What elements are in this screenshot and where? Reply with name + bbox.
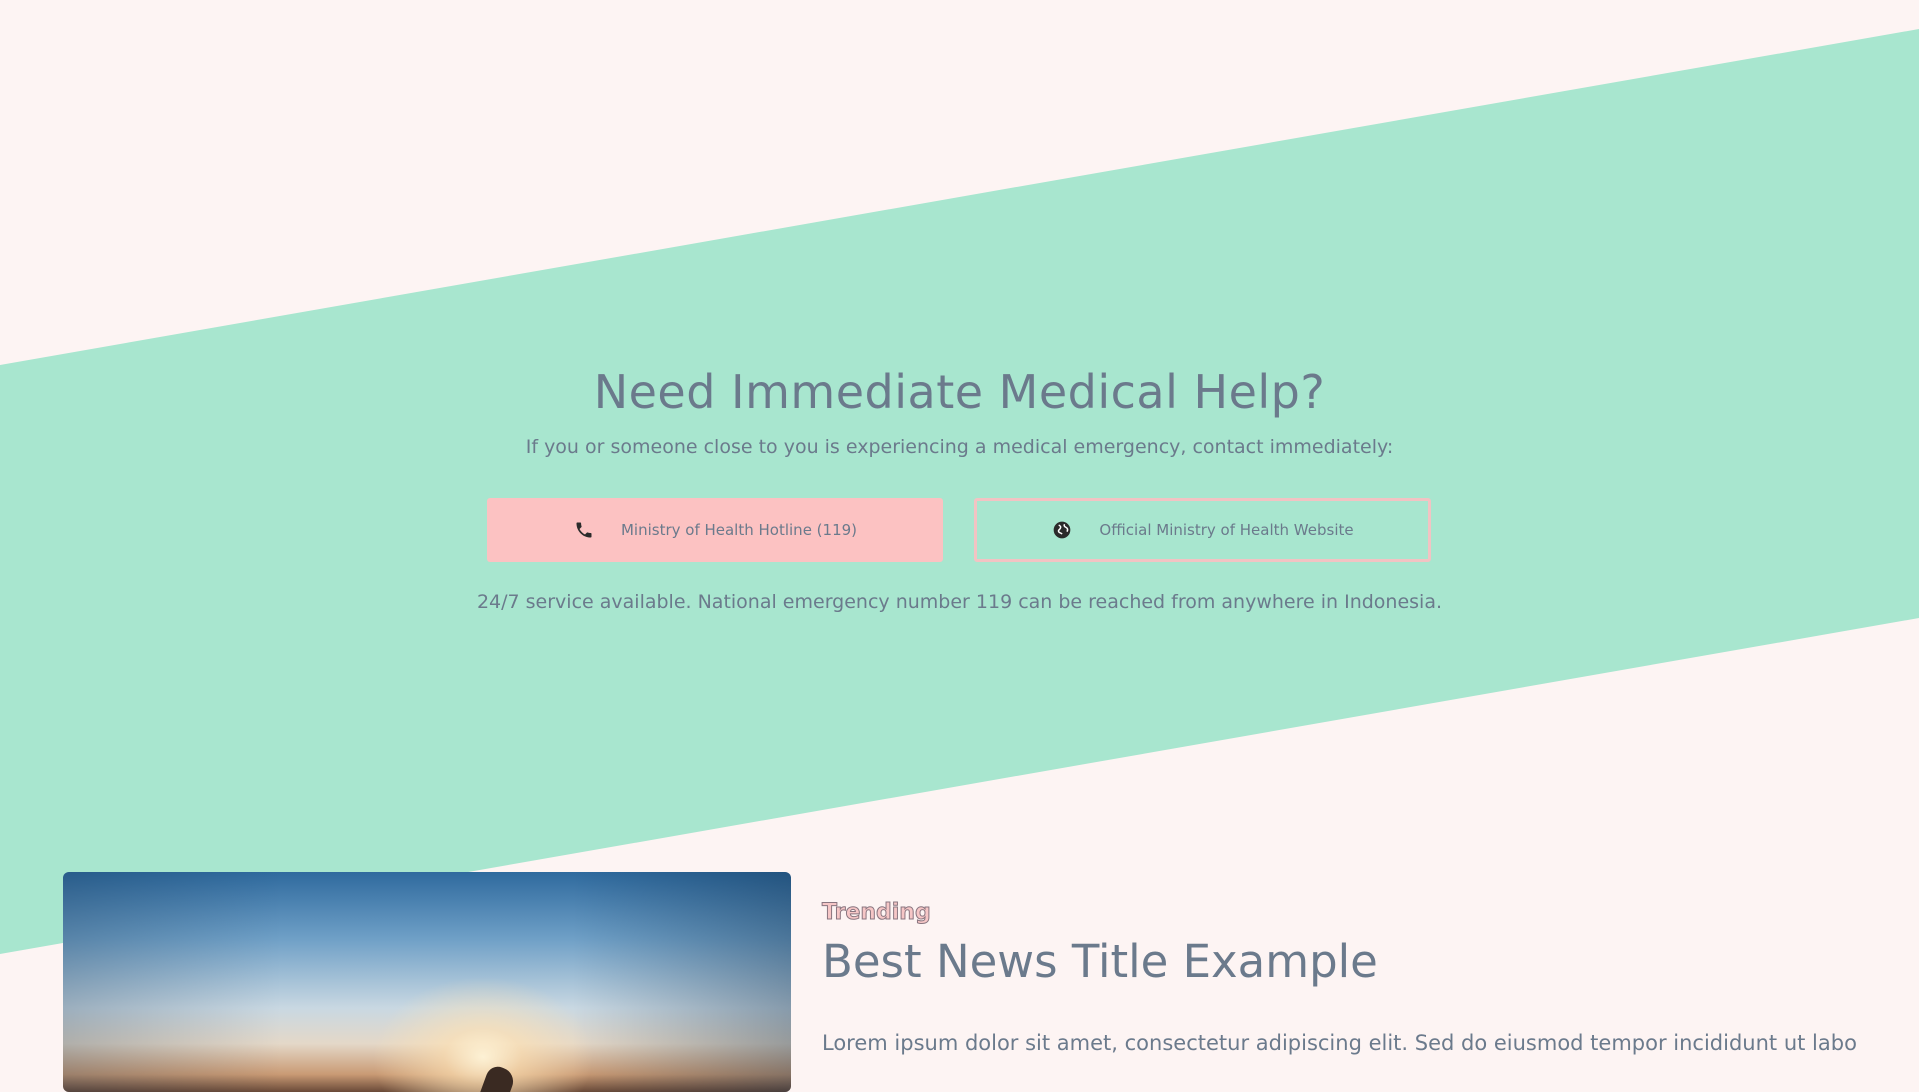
emergency-subtitle: If you or someone close to you is experi… xyxy=(525,436,1394,458)
globe-icon xyxy=(1051,519,1073,541)
trending-tag: Trending xyxy=(822,900,932,926)
image-vignette xyxy=(63,872,791,1092)
news-image[interactable] xyxy=(63,872,791,1092)
news-excerpt: Lorem ipsum dolor sit amet, consectetur … xyxy=(822,1031,1857,1055)
mint-band xyxy=(0,29,1919,954)
news-title[interactable]: Best News Title Example xyxy=(822,935,1378,988)
emergency-note: 24/7 service available. National emergen… xyxy=(476,591,1443,613)
phone-icon xyxy=(573,519,595,541)
hotline-button[interactable]: Ministry of Health Hotline (119) xyxy=(487,498,943,562)
website-button[interactable]: Official Ministry of Health Website xyxy=(974,498,1431,562)
emergency-title: Need Immediate Medical Help? xyxy=(593,365,1326,419)
website-button-label: Official Ministry of Health Website xyxy=(1099,521,1354,539)
hotline-button-label: Ministry of Health Hotline (119) xyxy=(620,521,858,539)
